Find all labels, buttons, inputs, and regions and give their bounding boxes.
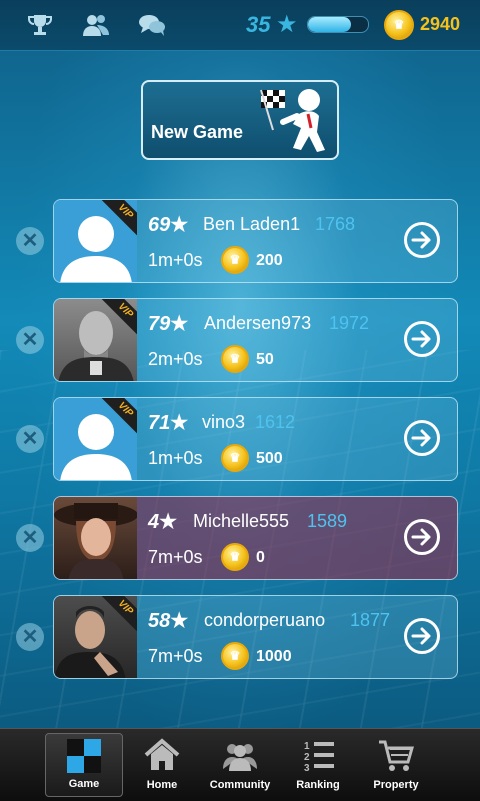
player-name: Ben Laden1 xyxy=(203,214,301,234)
game-row[interactable]: VIP 71★ vino3 1612 1m+0s ♛ 500 xyxy=(53,397,458,481)
player-rank: 58★ xyxy=(148,610,189,632)
remove-game-button[interactable]: ✕ xyxy=(16,326,44,354)
cart-icon xyxy=(379,740,414,771)
player-rank: 79★ xyxy=(148,313,189,335)
time-control: 1m+0s xyxy=(148,250,203,270)
bet-amount: 500 xyxy=(256,450,283,467)
top-bar: 35 ★ ♛ 2940 xyxy=(0,0,480,51)
tab-game[interactable]: Game xyxy=(45,733,123,797)
time-control: 1m+0s xyxy=(148,448,203,468)
player-name: Andersen973 xyxy=(204,313,312,333)
tab-property-label: Property xyxy=(373,779,419,791)
remove-game-button[interactable]: ✕ xyxy=(16,623,44,651)
player-avatar: VIP xyxy=(54,398,137,480)
coin-icon: ♛ xyxy=(221,246,249,274)
time-control: 7m+0s xyxy=(148,547,203,567)
trophy-icon[interactable] xyxy=(26,12,54,38)
tab-community-label: Community xyxy=(209,779,271,791)
player-name: condorperuano xyxy=(204,610,326,630)
running-figure-flag-icon xyxy=(260,89,325,152)
xp-progress-fill xyxy=(308,17,352,32)
remove-game-button[interactable]: ✕ xyxy=(16,425,44,453)
star-icon: ★ xyxy=(170,610,189,632)
bet-amount: 1000 xyxy=(256,648,292,665)
tab-ranking-label: Ranking xyxy=(296,779,340,791)
game-row[interactable]: VIP 79★ Andersen973 1972 2m+0s ♛ 50 xyxy=(53,298,458,382)
player-avatar: VIP xyxy=(54,200,137,282)
player-rating: 1589 xyxy=(307,511,348,531)
coin-balance: 2940 xyxy=(420,14,461,34)
player-rating: 1972 xyxy=(329,313,370,333)
bottom-navigation: Game Home Community 1 2 3 Ranking Proper… xyxy=(0,728,480,801)
remove-game-button[interactable]: ✕ xyxy=(16,524,44,552)
player-name: vino3 xyxy=(202,412,246,432)
home-icon xyxy=(144,738,180,770)
svg-text:1: 1 xyxy=(304,741,310,752)
tab-property[interactable]: Property xyxy=(357,733,435,797)
player-rating: 1877 xyxy=(350,610,391,630)
coin-icon: ♛ xyxy=(221,642,249,670)
time-control: 7m+0s xyxy=(148,646,203,666)
new-game-label: New Game xyxy=(151,122,244,142)
join-arrow-icon[interactable] xyxy=(404,321,440,357)
community-icon xyxy=(223,744,257,771)
player-rank: 69★ xyxy=(148,214,189,236)
player-avatar xyxy=(54,497,137,579)
time-control: 2m+0s xyxy=(148,349,203,369)
coin-icon: ♛ xyxy=(384,10,414,40)
tab-community[interactable]: Community xyxy=(201,733,279,797)
remove-game-button[interactable]: ✕ xyxy=(16,227,44,255)
game-row[interactable]: 4★ Michelle555 1589 7m+0s ♛ 0 xyxy=(53,496,458,580)
tab-home[interactable]: Home xyxy=(123,733,201,797)
star-icon: ★ xyxy=(170,412,189,434)
tab-ranking[interactable]: 1 2 3 Ranking xyxy=(279,733,357,797)
player-rank: 4★ xyxy=(148,511,178,533)
friends-icon[interactable] xyxy=(82,12,110,38)
bet-amount: 0 xyxy=(256,549,265,566)
bet-amount: 50 xyxy=(256,351,274,368)
player-level: 35 xyxy=(246,12,271,37)
coin-icon: ♛ xyxy=(221,444,249,472)
player-avatar: VIP xyxy=(54,596,137,678)
star-icon: ★ xyxy=(170,214,189,236)
coin-icon: ♛ xyxy=(221,345,249,373)
bet-amount: 200 xyxy=(256,252,283,269)
coin-icon: ♛ xyxy=(221,543,249,571)
game-row[interactable]: VIP 58★ condorperuano 1877 7m+0s ♛ 1000 xyxy=(53,595,458,679)
player-rank: 71★ xyxy=(148,412,189,434)
svg-text:2: 2 xyxy=(304,752,310,763)
player-name: Michelle555 xyxy=(193,511,290,531)
join-arrow-icon[interactable] xyxy=(404,618,440,654)
join-arrow-icon[interactable] xyxy=(404,420,440,456)
join-arrow-icon[interactable] xyxy=(404,222,440,258)
star-icon: ★ xyxy=(170,313,189,335)
new-game-button[interactable]: New Game xyxy=(141,80,339,160)
player-rating: 1612 xyxy=(255,412,296,432)
chessboard-icon xyxy=(67,739,101,773)
svg-text:3: 3 xyxy=(304,763,310,773)
chat-icon[interactable] xyxy=(138,12,166,38)
xp-progress-bar xyxy=(307,16,369,33)
star-icon: ★ xyxy=(159,511,178,533)
game-row[interactable]: VIP 69★ Ben Laden1 1768 1m+0s ♛ 200 xyxy=(53,199,458,283)
star-icon: ★ xyxy=(276,11,298,38)
join-arrow-icon[interactable] xyxy=(404,519,440,555)
player-avatar: VIP xyxy=(54,299,137,381)
tab-home-label: Home xyxy=(146,779,178,791)
ranking-icon: 1 2 3 xyxy=(304,741,334,774)
tab-game-label: Game xyxy=(68,778,100,790)
player-rating: 1768 xyxy=(315,214,356,234)
